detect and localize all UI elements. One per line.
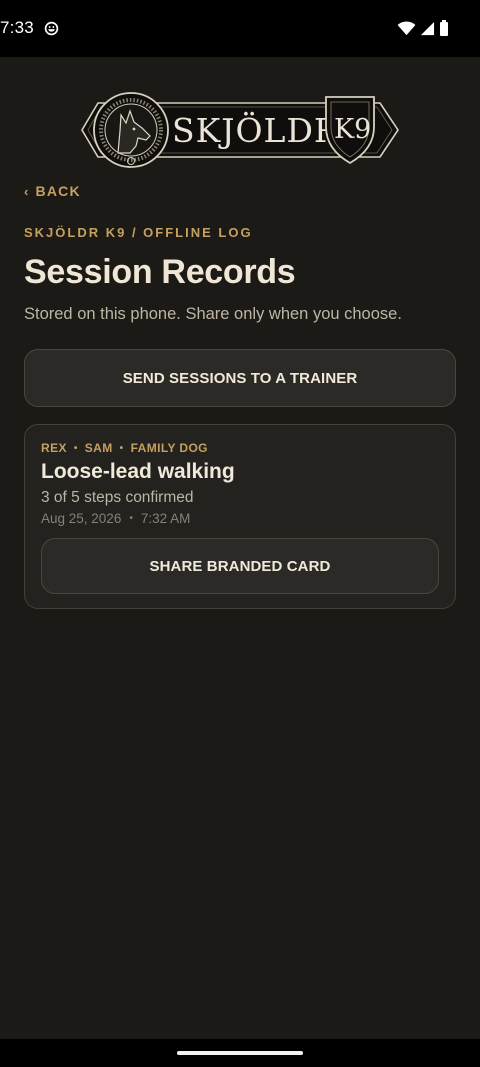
separator-dot: • <box>73 442 78 454</box>
send-sessions-button[interactable]: SEND SESSIONS TO A TRAINER <box>24 349 456 407</box>
signal-icon <box>420 21 435 35</box>
session-card: REX • SAM • FAMILY DOG Loose-lead walkin… <box>24 424 456 609</box>
session-time: 7:32 AM <box>140 511 191 526</box>
session-date: Aug 25, 2026 <box>41 511 122 526</box>
battery-icon <box>440 20 448 36</box>
app-notification-icon <box>44 21 59 36</box>
wifi-icon <box>397 20 416 35</box>
navigation-bar <box>0 1039 480 1067</box>
share-branded-card-button[interactable]: SHARE BRANDED CARD <box>41 538 439 594</box>
session-progress: 3 of 5 steps confirmed <box>41 489 194 506</box>
page-title: Session Records <box>24 253 296 291</box>
svg-text:K9: K9 <box>334 114 371 145</box>
session-records-screen: SKJÖLDR K9 ‹ BACK SKJÖLDR K9 / OFFLINE L… <box>0 57 480 1039</box>
status-bar: 7:33 <box>0 0 480 57</box>
status-time: 7:33 <box>0 18 34 37</box>
skjoldr-k9-logo: SKJÖLDR K9 <box>81 92 399 168</box>
status-icons <box>397 20 449 36</box>
session-timestamp: Aug 25, 2026 • 7:32 AM <box>41 511 190 526</box>
breadcrumb: SKJÖLDR K9 / OFFLINE LOG <box>24 225 253 240</box>
handler-name: SAM <box>84 441 113 455</box>
home-gesture-handle[interactable] <box>177 1051 303 1055</box>
svg-text:SKJÖLDR: SKJÖLDR <box>172 110 340 150</box>
session-title: Loose-lead walking <box>41 460 235 483</box>
separator-dot: • <box>129 513 133 524</box>
dog-name: REX <box>41 441 67 455</box>
dog-category: FAMILY DOG <box>130 441 208 455</box>
separator-dot: • <box>119 442 124 454</box>
page-subtitle: Stored on this phone. Share only when yo… <box>24 305 402 323</box>
back-button[interactable]: ‹ BACK <box>24 183 81 199</box>
back-label: BACK <box>35 183 81 199</box>
chevron-left-icon: ‹ <box>24 183 30 199</box>
session-meta: REX • SAM • FAMILY DOG <box>41 441 208 455</box>
